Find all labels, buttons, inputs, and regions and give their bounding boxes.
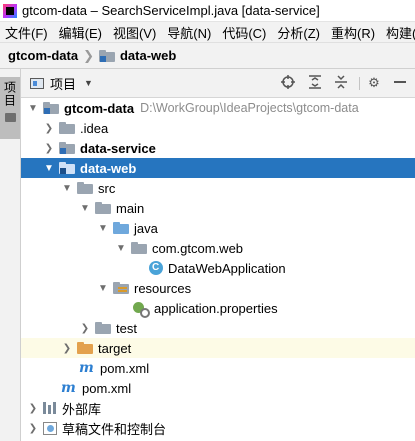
title-bar: gtcom-data – SearchServiceImpl.java [dat… — [0, 0, 415, 22]
resources-folder-icon — [113, 282, 129, 294]
tree-item-label: pom.xml — [100, 360, 150, 376]
panel-title[interactable]: 项目 — [50, 74, 76, 93]
tree-item-label: target — [98, 340, 132, 356]
tree-item-target[interactable]: ❯ target — [21, 338, 415, 358]
chevron-down-icon[interactable]: ▼ — [61, 183, 73, 194]
package-icon — [131, 242, 147, 254]
hide-icon[interactable] — [392, 75, 408, 91]
tree-item-label: resources — [134, 280, 192, 296]
toolbar-divider — [359, 77, 360, 90]
source-folder-icon — [113, 222, 129, 234]
gear-icon[interactable]: ⚙ — [366, 75, 382, 91]
chevron-right-icon[interactable]: ❯ — [61, 343, 73, 354]
tree-item-data-service[interactable]: ❯ data-service — [21, 138, 415, 158]
folder-icon — [95, 322, 111, 334]
breadcrumb-module-label: data-web — [119, 48, 177, 63]
tree-item-src[interactable]: ▼ src — [21, 178, 415, 198]
tree-item-label: pom.xml — [82, 380, 132, 396]
side-tab-label: 项目 — [2, 81, 17, 107]
tree-item-label: application.properties — [154, 300, 278, 316]
spring-class-icon — [149, 261, 163, 275]
tree-item-resources[interactable]: ▼ resources — [21, 278, 415, 298]
menu-view[interactable]: 视图(V) — [108, 23, 162, 42]
chevron-down-icon[interactable]: ▼ — [115, 243, 127, 254]
scratches-icon — [43, 421, 57, 435]
tree-item-label: gtcom-data — [64, 100, 135, 116]
tree-item-datawebapplication[interactable]: DataWebApplication — [21, 258, 415, 278]
project-path: D:\WorkGroup\IdeaProjects\gtcom-data — [140, 101, 359, 115]
module-folder-icon — [98, 49, 115, 62]
external-libraries-icon — [43, 402, 57, 414]
menu-refactor[interactable]: 重构(R) — [326, 23, 381, 42]
locate-icon[interactable] — [280, 75, 296, 91]
tree-item-application-properties[interactable]: application.properties — [21, 298, 415, 318]
tree-item-pom-root[interactable]: m pom.xml — [21, 378, 415, 398]
tree-item-data-web[interactable]: ▼ data-web — [21, 158, 415, 178]
breadcrumb-item-root[interactable]: gtcom-data — [8, 48, 78, 63]
collapse-all-icon[interactable] — [333, 75, 349, 91]
tree-item-idea[interactable]: ❯ .idea — [21, 118, 415, 138]
menu-navigate[interactable]: 导航(N) — [162, 23, 217, 42]
chevron-right-icon[interactable]: ❯ — [43, 123, 55, 134]
chevron-right-icon[interactable]: ❯ — [79, 323, 91, 334]
tree-item-label: test — [116, 320, 137, 336]
chevron-right-icon[interactable]: ❯ — [27, 403, 39, 414]
chevron-down-icon[interactable]: ▼ — [79, 203, 91, 214]
breadcrumb-separator-icon: ❯ — [83, 47, 94, 63]
tree-item-package[interactable]: ▼ com.gtcom.web — [21, 238, 415, 258]
menu-build[interactable]: 构建(B) — [381, 23, 415, 42]
tree-item-label: DataWebApplication — [168, 260, 286, 276]
chevron-right-icon[interactable]: ❯ — [43, 143, 55, 154]
tree-item-java[interactable]: ▼ java — [21, 218, 415, 238]
tree-item-label: data-web — [80, 160, 137, 176]
tree-item-label: com.gtcom.web — [152, 240, 244, 256]
tree-item-main[interactable]: ▼ main — [21, 198, 415, 218]
tree-item-label: 草稿文件和控制台 — [62, 421, 167, 437]
project-view-icon — [30, 77, 44, 89]
breadcrumb-root-label: gtcom-data — [8, 48, 79, 63]
excluded-folder-icon — [77, 342, 93, 354]
tree-item-pom-data-web[interactable]: m pom.xml — [21, 358, 415, 378]
properties-file-icon — [133, 302, 150, 318]
menu-analyze[interactable]: 分析(Z) — [272, 23, 326, 42]
maven-icon: m — [79, 360, 94, 376]
tree-item-test[interactable]: ❯ test — [21, 318, 415, 338]
chevron-down-icon[interactable]: ▼ — [97, 283, 109, 294]
module-folder-icon — [59, 142, 75, 154]
chevron-right-icon[interactable]: ❯ — [27, 423, 39, 434]
menu-file[interactable]: 文件(F) — [0, 23, 54, 42]
expand-all-icon[interactable] — [307, 75, 323, 91]
left-tool-strip: 项目 — [0, 69, 21, 441]
tree-item-scratches[interactable]: ❯ 草稿文件和控制台 — [21, 418, 415, 438]
module-folder-icon — [43, 102, 59, 114]
maven-icon: m — [61, 380, 76, 396]
chevron-down-icon[interactable]: ▼ — [84, 78, 93, 88]
tree-item-label: .idea — [80, 120, 109, 136]
chevron-down-icon[interactable]: ▼ — [43, 163, 55, 174]
project-folder-icon — [4, 113, 16, 122]
window-title: gtcom-data – SearchServiceImpl.java [dat… — [22, 3, 320, 18]
tree-item-label: 外部库 — [62, 401, 102, 417]
breadcrumb-item-module[interactable]: data-web — [98, 48, 177, 63]
folder-icon — [77, 182, 93, 194]
module-folder-icon — [59, 162, 75, 174]
folder-icon — [59, 122, 75, 134]
intellij-app-icon — [3, 3, 17, 18]
tree-item-external-libraries[interactable]: ❯ 外部库 — [21, 398, 415, 418]
tree-item-label: java — [134, 220, 158, 236]
menu-code[interactable]: 代码(C) — [217, 23, 272, 42]
project-panel-header: 项目 ▼ ⚙ — [21, 69, 415, 98]
folder-icon — [95, 202, 111, 214]
tree-item-gtcom-data[interactable]: ▼ gtcom-data D:\WorkGroup\IdeaProjects\g… — [21, 98, 415, 118]
side-tab-project[interactable]: 项目 — [0, 77, 20, 139]
chevron-down-icon[interactable]: ▼ — [27, 103, 39, 114]
menu-bar: 文件(F) 编辑(E) 视图(V) 导航(N) 代码(C) 分析(Z) 重构(R… — [0, 22, 415, 43]
tree-item-label: data-service — [80, 140, 156, 156]
tree-item-label: src — [98, 180, 116, 196]
breadcrumb: gtcom-data ❯ data-web — [0, 43, 415, 69]
tree-item-label: main — [116, 200, 145, 216]
menu-edit[interactable]: 编辑(E) — [54, 23, 108, 42]
chevron-down-icon[interactable]: ▼ — [97, 223, 109, 234]
project-tree: ▼ gtcom-data D:\WorkGroup\IdeaProjects\g… — [21, 98, 415, 441]
